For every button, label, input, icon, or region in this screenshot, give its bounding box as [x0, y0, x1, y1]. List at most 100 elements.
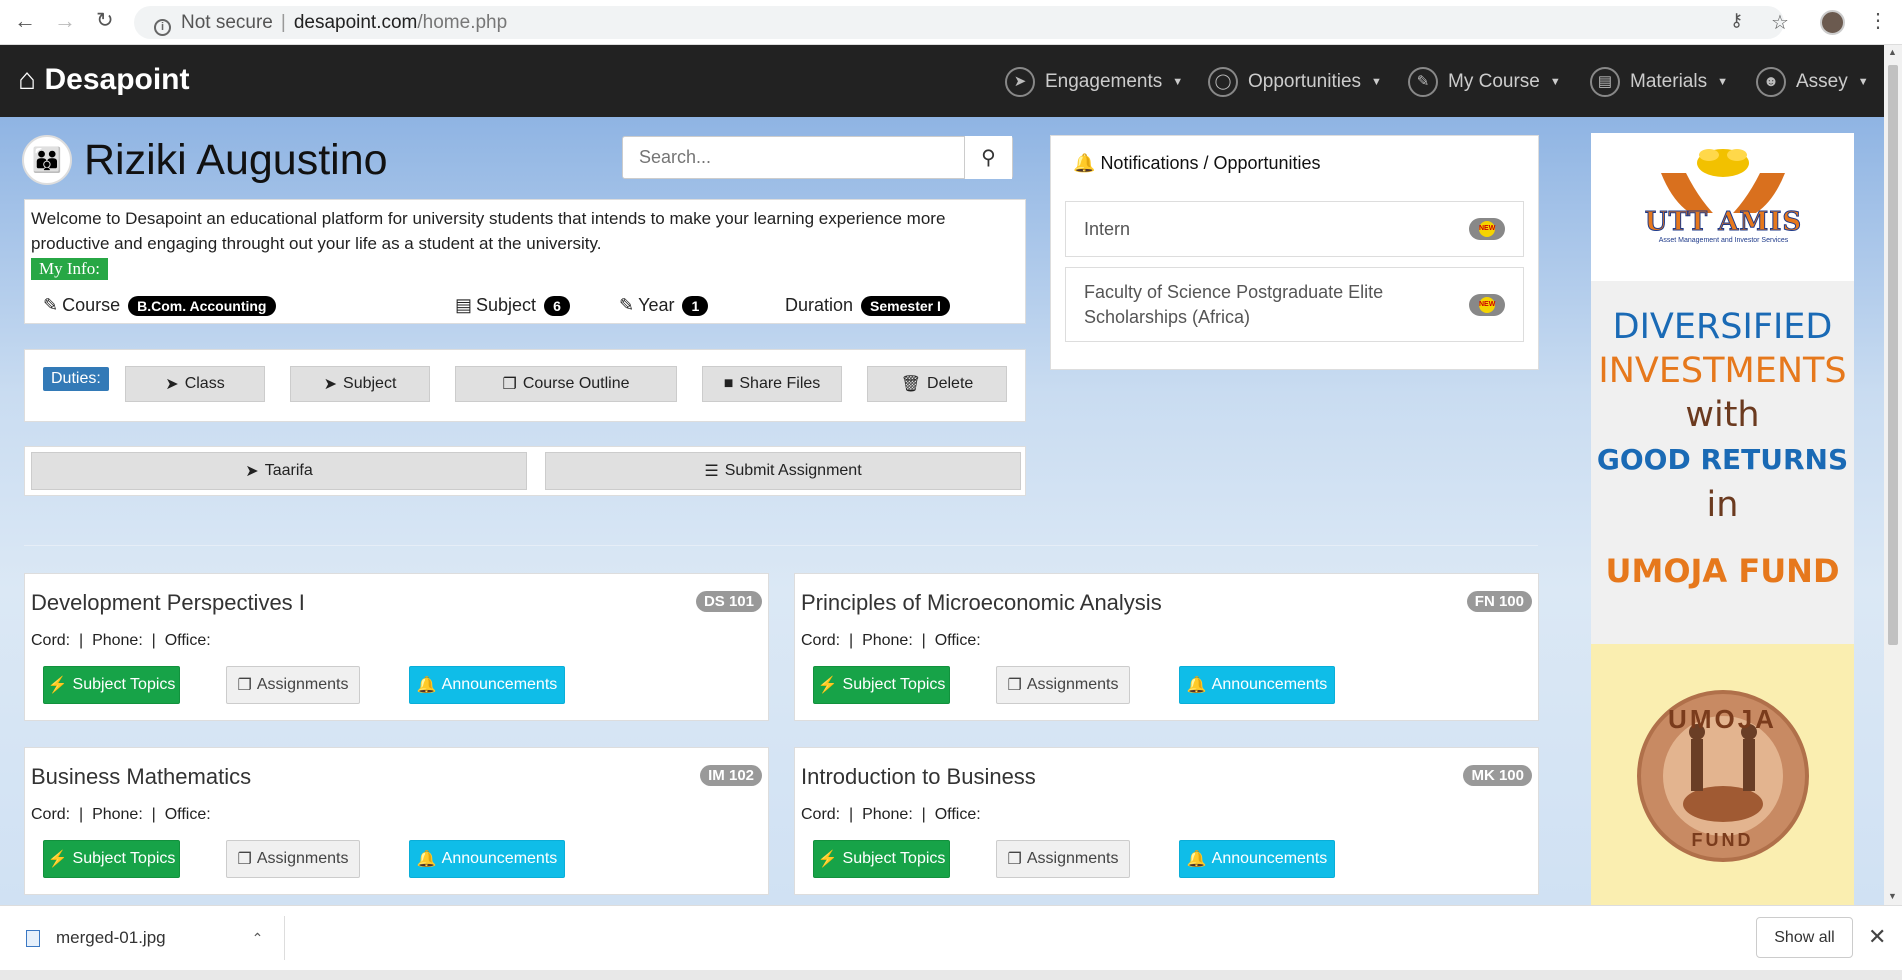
nav-materials[interactable]: ▤ Materials ▼: [1590, 67, 1728, 97]
course-info: ✎ Course B.Com. Accounting: [43, 295, 276, 316]
subject-topics-button[interactable]: ⚡ Subject Topics: [813, 666, 950, 704]
close-icon[interactable]: ✕: [1868, 924, 1886, 950]
image-file-icon: [26, 929, 40, 947]
delete-button-label: Delete: [927, 375, 974, 392]
submit-assignment-button[interactable]: ☰ Submit Assignment: [545, 452, 1021, 490]
page-scrollbar[interactable]: ▲ ▼: [1884, 45, 1902, 905]
subject-topics-label: Subject Topics: [842, 850, 946, 867]
umoja-seal-icon: [1637, 690, 1809, 862]
forward-icon[interactable]: →: [54, 8, 76, 34]
announcements-label: Announcements: [441, 676, 558, 693]
search-button[interactable]: ⚲: [964, 136, 1012, 179]
bookmark-star-icon[interactable]: ☆: [1771, 10, 1789, 35]
ad-line-5: in: [1706, 485, 1739, 525]
back-icon[interactable]: ←: [14, 8, 36, 34]
duration-badge: Semester I: [861, 295, 950, 316]
course-title[interactable]: Business Mathematics: [31, 764, 251, 790]
nav-label: Materials: [1630, 71, 1708, 92]
chevron-up-icon[interactable]: ⌃: [252, 930, 264, 947]
download-item[interactable]: merged-01.jpg ⌃: [26, 928, 263, 948]
bell-icon: 🔔: [1186, 677, 1207, 694]
share-files-button[interactable]: ■ Share Files: [702, 366, 842, 402]
assignments-button[interactable]: ❐ Assignments: [996, 666, 1130, 704]
profile-header: 👪 Riziki Augustino: [22, 135, 388, 185]
folder-icon: ■: [723, 375, 734, 392]
taarifa-button[interactable]: ➤ Taarifa: [31, 452, 527, 490]
course-contact: Cord: | Phone: | Office:: [801, 632, 981, 650]
notification-item[interactable]: Intern NEW: [1065, 201, 1524, 257]
announcements-button[interactable]: 🔔 Announcements: [1179, 666, 1335, 704]
announcements-label: Announcements: [1211, 676, 1328, 693]
new-badge-icon: NEW: [1479, 296, 1495, 313]
announcements-button[interactable]: 🔔 Announcements: [409, 840, 565, 878]
lightbulb-icon: ◯: [1208, 67, 1238, 97]
home-icon: ⌂: [18, 63, 37, 96]
nav-engagements[interactable]: ➤ Engagements ▼: [1005, 67, 1183, 97]
subject-button[interactable]: ➤ Subject: [290, 366, 430, 402]
seal-bottom-text: FUND: [1691, 830, 1754, 850]
subject-topics-button[interactable]: ⚡ Subject Topics: [43, 840, 180, 878]
brand-link[interactable]: ⌂ Desapoint: [18, 63, 190, 97]
search-input[interactable]: [623, 137, 953, 178]
announcements-button[interactable]: 🔔 Announcements: [1179, 840, 1335, 878]
nav-user-assey[interactable]: ☻ Assey ▼: [1756, 67, 1869, 97]
cord-label: Cord:: [801, 806, 841, 823]
delete-button[interactable]: 🗑 Delete: [867, 366, 1007, 402]
show-all-button[interactable]: Show all: [1756, 917, 1853, 958]
office-label: Office:: [164, 806, 211, 823]
course-label: Course: [62, 295, 121, 315]
subject-topics-button[interactable]: ⚡ Subject Topics: [813, 840, 950, 878]
notifications-title: 🔔 Notifications / Opportunities: [1073, 153, 1321, 174]
phone-label: Phone:: [92, 806, 143, 823]
info-icon[interactable]: i: [154, 19, 171, 36]
subject-button-label: Subject: [343, 375, 397, 392]
course-outline-button[interactable]: ❐ Course Outline: [455, 366, 677, 402]
assignments-button[interactable]: ❐ Assignments: [226, 840, 360, 878]
notification-text: Faculty of Science Postgraduate Elite Sc…: [1084, 281, 1384, 327]
nav-my-course[interactable]: ✎ My Course ▼: [1408, 67, 1561, 97]
scroll-down-icon[interactable]: ▼: [1888, 891, 1897, 901]
class-button[interactable]: ➤ Class: [125, 366, 265, 402]
browser-profile-avatar[interactable]: [1820, 10, 1845, 35]
scroll-up-icon[interactable]: ▲: [1888, 47, 1897, 57]
reload-icon[interactable]: ↻: [96, 8, 114, 33]
course-code-badge: FN 100: [1466, 591, 1532, 612]
separator: |: [849, 632, 854, 649]
scrollbar-thumb[interactable]: [1888, 65, 1898, 645]
url-separator: |: [280, 12, 286, 33]
welcome-panel: Welcome to Desapoint an educational plat…: [24, 199, 1026, 324]
assignments-button[interactable]: ❐ Assignments: [226, 666, 360, 704]
notifications-title-text: Notifications / Opportunities: [1100, 153, 1321, 173]
nav-opportunities[interactable]: ◯ Opportunities ▼: [1208, 67, 1382, 97]
announcements-button[interactable]: 🔔 Announcements: [409, 666, 565, 704]
ad-line-6: UMOJA FUND: [1605, 552, 1840, 590]
subject-count-badge: 6: [544, 295, 570, 316]
advertisement-banner[interactable]: UTT AMIS Asset Management and Investor S…: [1591, 133, 1854, 905]
copy-icon: ❐: [237, 677, 252, 694]
subject-topics-label: Subject Topics: [842, 676, 946, 693]
subject-topics-button[interactable]: ⚡ Subject Topics: [43, 666, 180, 704]
office-label: Office:: [934, 806, 981, 823]
course-title[interactable]: Development Perspectives I: [31, 590, 305, 616]
announcements-label: Announcements: [441, 850, 558, 867]
copy-icon: ❐: [1007, 677, 1022, 694]
address-bar[interactable]: i Not secure | desapoint.com/home.php: [134, 6, 1784, 39]
ad-brand-text: UTT AMIS: [1644, 207, 1803, 238]
send-icon: ➤: [245, 463, 259, 480]
download-bar: merged-01.jpg ⌃ Show all ✕: [0, 905, 1902, 970]
course-card: Principles of Microeconomic Analysis FN …: [794, 573, 1539, 721]
ad-brand: UTT AMIS: [1611, 207, 1836, 238]
welcome-text: Welcome to Desapoint an educational plat…: [31, 209, 946, 253]
assignments-button[interactable]: ❐ Assignments: [996, 840, 1130, 878]
key-icon[interactable]: ⚷: [1730, 10, 1743, 31]
megaphone-icon: ➤: [165, 376, 179, 393]
download-filename: merged-01.jpg: [56, 928, 166, 947]
browser-menu-icon[interactable]: ⋮: [1868, 8, 1888, 33]
taarifa-button-label: Taarifa: [264, 462, 313, 479]
course-title[interactable]: Principles of Microeconomic Analysis: [801, 590, 1162, 616]
notification-item[interactable]: Faculty of Science Postgraduate Elite Sc…: [1065, 267, 1524, 342]
caret-down-icon: ▼: [1717, 76, 1728, 88]
duration-label: Duration: [785, 295, 854, 315]
bell-icon: 🔔: [1073, 153, 1096, 173]
course-title[interactable]: Introduction to Business: [801, 764, 1036, 790]
